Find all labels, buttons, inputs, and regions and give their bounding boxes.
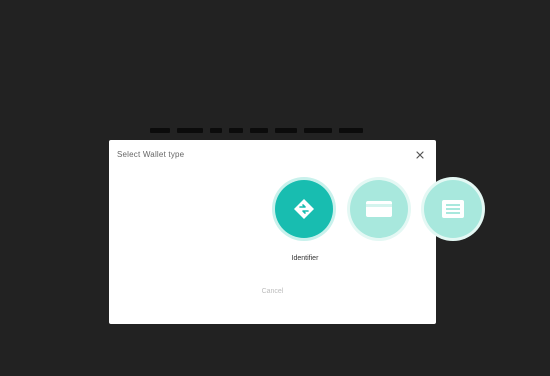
dialog-title: Select Wallet type	[117, 150, 185, 159]
close-button[interactable]	[414, 149, 426, 161]
card-icon	[366, 201, 392, 217]
option-card-circle	[350, 180, 408, 238]
wallet-type-dialog: Select Wallet type Identifier Cancel	[109, 140, 482, 324]
diamond-arrows-icon	[294, 199, 314, 219]
screen: Select Wallet type Identifier Cancel	[0, 0, 550, 376]
wallet-options: Identifier	[109, 180, 482, 270]
list-icon	[442, 200, 464, 218]
option-card[interactable]	[345, 180, 415, 270]
option-list-circle	[424, 180, 482, 238]
option-list[interactable]	[419, 180, 489, 270]
background-page-title	[150, 122, 392, 138]
cancel-button[interactable]: Cancel	[109, 288, 436, 295]
option-identifier[interactable]: Identifier	[270, 180, 340, 270]
option-identifier-label: Identifier	[291, 255, 319, 262]
close-icon	[416, 151, 424, 159]
dialog-header: Select Wallet type	[109, 140, 436, 170]
option-identifier-circle	[275, 180, 333, 238]
